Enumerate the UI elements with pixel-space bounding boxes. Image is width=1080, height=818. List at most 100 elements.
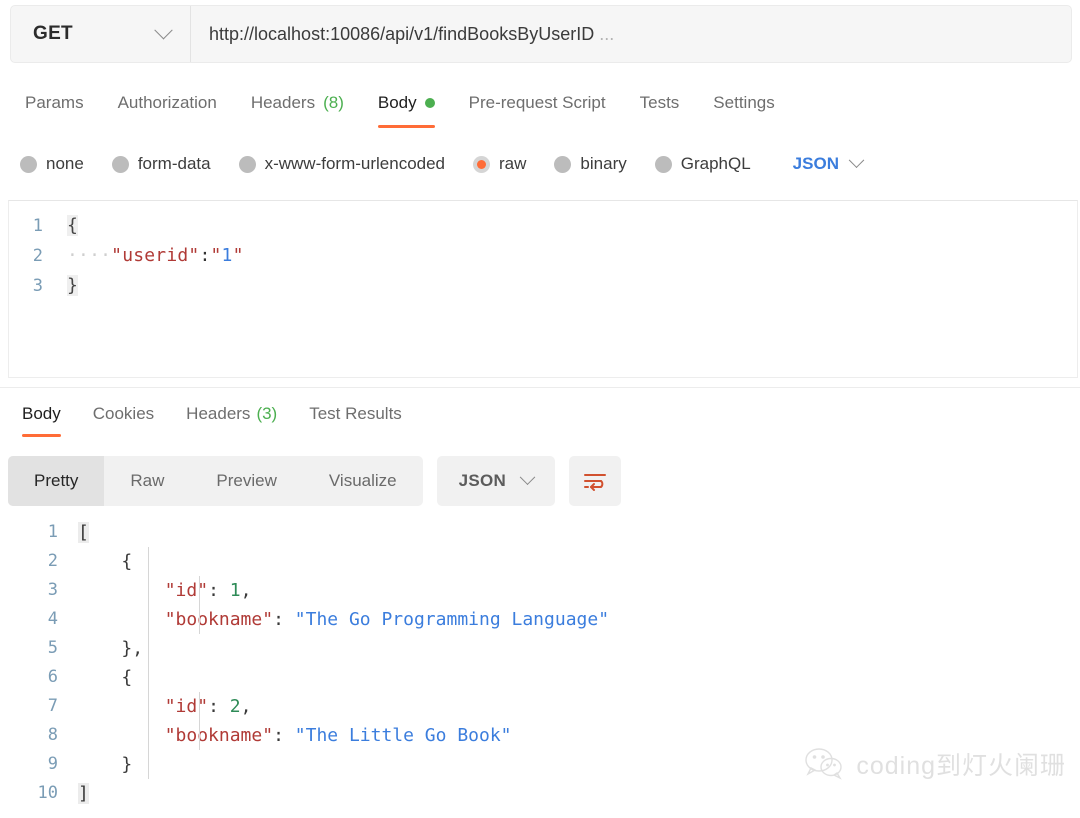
line-content: ····"userid":"1" (61, 241, 244, 271)
tab-label: Test Results (309, 404, 402, 424)
response-tab-cookies[interactable]: Cookies (77, 396, 170, 432)
radio-circle-icon (554, 156, 571, 173)
view-mode-raw[interactable]: Raw (104, 456, 190, 506)
tab-count: (8) (323, 93, 344, 113)
tab-label: Authorization (118, 93, 217, 113)
tab-label: Headers (251, 93, 315, 113)
request-format-dropdown[interactable]: JSON (793, 154, 862, 174)
radio-label: x-www-form-urlencoded (265, 154, 445, 174)
response-line: 2 { (8, 547, 1080, 576)
radio-circle-icon (20, 156, 37, 173)
active-tab-underline (378, 125, 435, 128)
radio-graphql[interactable]: GraphQL (655, 154, 763, 174)
request-body-editor[interactable]: 1 { 2 ····"userid":"1" 3 } (8, 200, 1078, 378)
tab-label: Cookies (93, 404, 154, 424)
radio-form-data[interactable]: form-data (112, 154, 223, 174)
request-format-label: JSON (793, 154, 839, 174)
radio-circle-selected-icon (473, 156, 490, 173)
view-mode-label: Visualize (329, 471, 397, 491)
radio-circle-icon (655, 156, 672, 173)
http-method-label: GET (33, 23, 73, 45)
postman-request-response-view: GET http://localhost:10086/api/v1/findBo… (0, 0, 1080, 818)
radio-x-www-form-urlencoded[interactable]: x-www-form-urlencoded (239, 154, 457, 174)
tab-authorization[interactable]: Authorization (101, 84, 234, 122)
line-number: 3 (9, 271, 61, 301)
line-content: }, (74, 634, 143, 663)
radio-circle-icon (112, 156, 129, 173)
line-number: 5 (8, 634, 74, 663)
radio-binary[interactable]: binary (554, 154, 638, 174)
chevron-down-icon (849, 152, 865, 168)
response-line: 7 "id": 2, (8, 692, 1080, 721)
tab-tests[interactable]: Tests (623, 84, 697, 122)
line-content: "bookname": "The Go Programming Language… (74, 605, 609, 634)
tab-settings[interactable]: Settings (696, 84, 791, 122)
response-tab-headers[interactable]: Headers (3) (170, 396, 293, 432)
radio-raw[interactable]: raw (473, 154, 538, 174)
line-number: 2 (9, 241, 61, 271)
radio-label: raw (499, 154, 526, 174)
tab-pre-request-script[interactable]: Pre-request Script (452, 84, 623, 122)
response-tab-test-results[interactable]: Test Results (293, 396, 418, 432)
line-content: "bookname": "The Little Go Book" (74, 721, 512, 750)
line-content: "id": 2, (74, 692, 251, 721)
word-wrap-button[interactable] (569, 456, 621, 506)
tab-label: Pre-request Script (469, 93, 606, 113)
word-wrap-icon (582, 470, 608, 492)
line-content: } (74, 750, 132, 779)
url-text: http://localhost:10086/api/v1/findBooksB… (209, 24, 594, 45)
line-number: 1 (9, 211, 61, 241)
tab-body[interactable]: Body (361, 84, 452, 122)
view-mode-label: Raw (130, 471, 164, 491)
editor-line: 2 ····"userid":"1" (9, 241, 1077, 271)
line-number: 1 (8, 518, 74, 547)
line-number: 3 (8, 576, 74, 605)
active-tab-underline (22, 434, 61, 437)
line-content: "id": 1, (74, 576, 251, 605)
body-present-dot-icon (425, 98, 435, 108)
response-format-label: JSON (459, 471, 507, 491)
url-input[interactable]: http://localhost:10086/api/v1/findBooksB… (191, 6, 1071, 62)
editor-line: 1 { (9, 211, 1077, 241)
response-line: 9 } (8, 750, 1080, 779)
url-ellipsis: ... (594, 24, 614, 45)
view-mode-visualize[interactable]: Visualize (303, 456, 423, 506)
tab-params[interactable]: Params (8, 84, 101, 122)
response-format-dropdown[interactable]: JSON (437, 456, 556, 506)
line-number: 7 (8, 692, 74, 721)
chevron-down-icon (520, 469, 536, 485)
response-tabs: Body Cookies Headers (3) Test Results (0, 396, 1080, 440)
radio-label: GraphQL (681, 154, 751, 174)
radio-none[interactable]: none (20, 154, 96, 174)
line-content: ] (74, 779, 89, 808)
tab-count: (3) (256, 404, 277, 424)
response-line: 10 ] (8, 779, 1080, 808)
line-number: 8 (8, 721, 74, 750)
line-content: } (61, 271, 78, 301)
tab-label: Tests (640, 93, 680, 113)
radio-label: none (46, 154, 84, 174)
tab-label: Params (25, 93, 84, 113)
tab-label: Headers (186, 404, 250, 424)
response-tab-body[interactable]: Body (6, 396, 77, 432)
radio-label: binary (580, 154, 626, 174)
response-line: 6 { (8, 663, 1080, 692)
response-body-viewer[interactable]: 1 [ 2 { 3 "id": 1, 4 "bookname": "The Go… (8, 518, 1080, 818)
line-content: { (74, 663, 132, 692)
view-mode-preview[interactable]: Preview (190, 456, 302, 506)
whitespace-dots: ···· (67, 245, 111, 266)
bookname-value-1: "The Go Programming Language" (295, 609, 609, 630)
radio-label: form-data (138, 154, 211, 174)
http-method-select[interactable]: GET (11, 6, 191, 62)
response-line: 3 "id": 1, (8, 576, 1080, 605)
line-number: 9 (8, 750, 74, 779)
response-line: 4 "bookname": "The Go Programming Langua… (8, 605, 1080, 634)
url-bar: GET http://localhost:10086/api/v1/findBo… (10, 5, 1072, 63)
tab-label: Settings (713, 93, 774, 113)
view-mode-label: Preview (216, 471, 276, 491)
radio-circle-icon (239, 156, 256, 173)
view-mode-pretty[interactable]: Pretty (8, 456, 104, 506)
response-line: 5 }, (8, 634, 1080, 663)
tab-headers[interactable]: Headers (8) (234, 84, 361, 122)
line-content: { (61, 211, 78, 241)
